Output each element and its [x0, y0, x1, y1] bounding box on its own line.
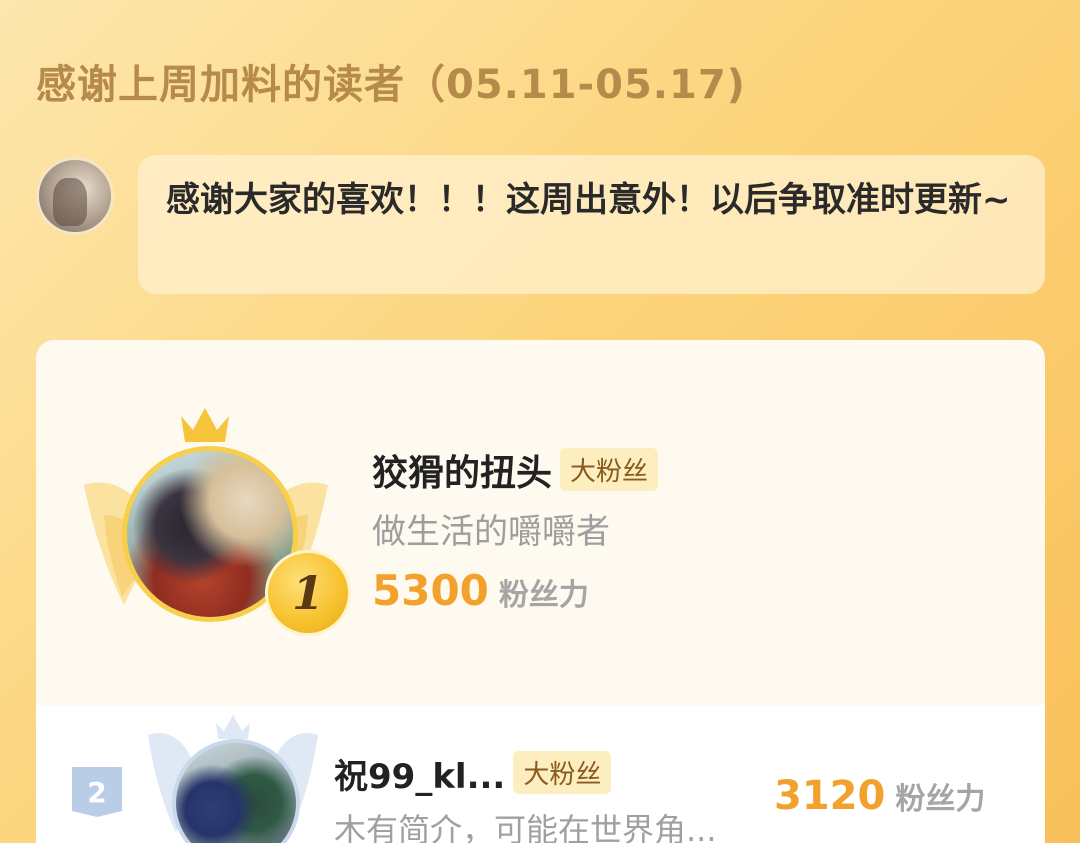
- score-value: 3120: [774, 773, 886, 819]
- rank-medal-icon: 1: [265, 550, 351, 636]
- page-title: 感谢上周加料的读者（05.11-05.17): [36, 62, 746, 108]
- user-signature: 木有简介，可能在世界角...: [334, 811, 717, 843]
- rank-flag-icon: 2: [72, 767, 122, 817]
- fan-power-score: 3120 粉丝力: [774, 773, 985, 819]
- author-message-bubble: 感谢大家的喜欢！！！这周出意外！以后争取准时更新~: [138, 155, 1045, 294]
- leaderboard-item-second[interactable]: 2 祝99_kl... 大粉丝 木有简介，可能在世界角... 3120 粉丝力: [36, 705, 1045, 843]
- user-name-text: 祝99_kl...: [334, 757, 506, 797]
- rank-number: 2: [87, 775, 107, 809]
- fan-power-score: 5300 粉丝力: [372, 566, 589, 615]
- leaderboard: 1 狡猾的扭头 大粉丝 做生活的嚼嚼者 5300 粉丝力 2 祝99_kl... 大粉…: [36, 340, 1045, 843]
- author-avatar[interactable]: [36, 157, 114, 235]
- score-unit: 粉丝力: [498, 578, 589, 613]
- fan-level-badge: 大粉丝: [513, 751, 612, 794]
- score-value: 5300: [372, 566, 489, 615]
- rank-number: 1: [291, 566, 324, 620]
- user-name-text: 狡猾的扭头: [372, 453, 553, 494]
- leaderboard-item-first[interactable]: 1 狡猾的扭头 大粉丝 做生活的嚼嚼者 5300 粉丝力: [36, 340, 1045, 705]
- fan-level-badge: 大粉丝: [560, 448, 659, 491]
- score-unit: 粉丝力: [895, 782, 986, 817]
- user-name[interactable]: 祝99_kl... 大粉丝: [334, 749, 612, 798]
- crown-icon: [181, 408, 229, 442]
- user-signature: 做生活的嚼嚼者: [372, 512, 610, 552]
- user-name[interactable]: 狡猾的扭头 大粉丝: [372, 444, 659, 496]
